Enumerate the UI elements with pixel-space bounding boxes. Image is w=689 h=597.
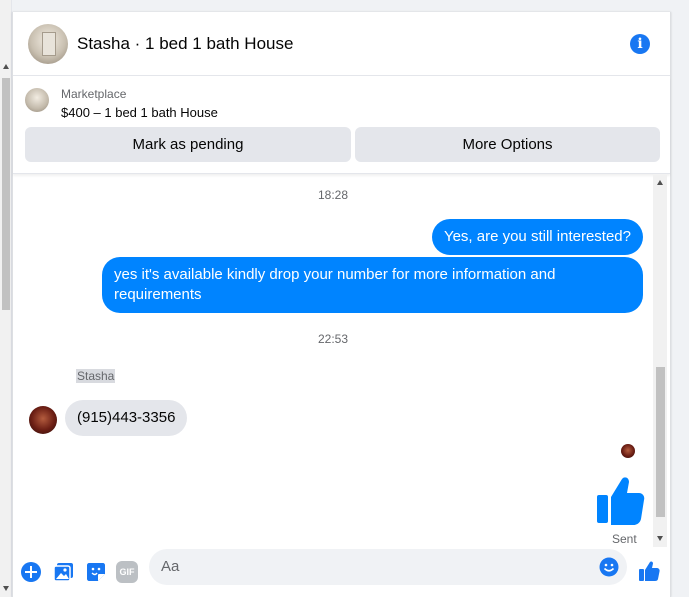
scroll-down-arrow-icon[interactable] xyxy=(3,586,9,591)
scroll-up-arrow-icon[interactable] xyxy=(657,180,663,185)
scrollbar-thumb[interactable] xyxy=(656,367,665,517)
listing-price-title[interactable]: $400 – 1 bed 1 bath House xyxy=(61,105,218,120)
seen-avatar xyxy=(621,444,635,458)
page-scrollbar[interactable] xyxy=(0,0,12,597)
sticker-icon[interactable] xyxy=(85,561,107,583)
scrollbar-thumb[interactable] xyxy=(2,78,10,310)
info-icon[interactable]: i xyxy=(630,34,650,54)
composer-bar: GIF Aa xyxy=(13,547,670,597)
mark-as-pending-button[interactable]: Mark as pending xyxy=(25,127,351,162)
marketplace-panel: Marketplace $400 – 1 bed 1 bath House Ma… xyxy=(13,77,670,174)
message-scrollbar[interactable] xyxy=(653,175,667,547)
scroll-up-arrow-icon[interactable] xyxy=(3,64,9,69)
incoming-message[interactable]: (915)443-3356 xyxy=(65,400,188,436)
sender-avatar[interactable] xyxy=(29,406,57,434)
listing-avatar[interactable] xyxy=(28,24,68,64)
photo-icon[interactable] xyxy=(53,561,75,583)
message-input-placeholder: Aa xyxy=(161,558,180,575)
chat-title[interactable]: Stasha · 1 bed 1 bath House xyxy=(77,34,293,54)
chat-panel: Stasha · 1 bed 1 bath House i Marketplac… xyxy=(12,12,671,597)
messenger-window: Stasha · 1 bed 1 bath House i Marketplac… xyxy=(0,0,689,597)
gif-icon[interactable]: GIF xyxy=(116,561,138,583)
thumbs-up-icon[interactable] xyxy=(595,475,645,527)
message-input[interactable]: Aa xyxy=(149,549,627,585)
timestamp: 22:53 xyxy=(317,332,349,346)
more-options-button[interactable]: More Options xyxy=(355,127,660,162)
message-list: 18:28 Yes, are you still interested? yes… xyxy=(13,175,670,547)
emoji-icon[interactable] xyxy=(599,557,619,577)
listing-thumbnail[interactable] xyxy=(25,88,49,112)
message-status: Sent xyxy=(612,532,637,546)
outgoing-message[interactable]: yes it's available kindly drop your numb… xyxy=(102,257,643,313)
sender-name: Stasha xyxy=(76,369,116,383)
timestamp: 18:28 xyxy=(317,188,349,202)
send-like-icon[interactable] xyxy=(638,560,660,582)
plus-circle-icon[interactable] xyxy=(20,561,42,583)
scroll-down-arrow-icon[interactable] xyxy=(657,536,663,541)
marketplace-label: Marketplace xyxy=(61,87,127,101)
outgoing-message[interactable]: Yes, are you still interested? xyxy=(431,219,643,255)
chat-header: Stasha · 1 bed 1 bath House i xyxy=(13,12,670,76)
